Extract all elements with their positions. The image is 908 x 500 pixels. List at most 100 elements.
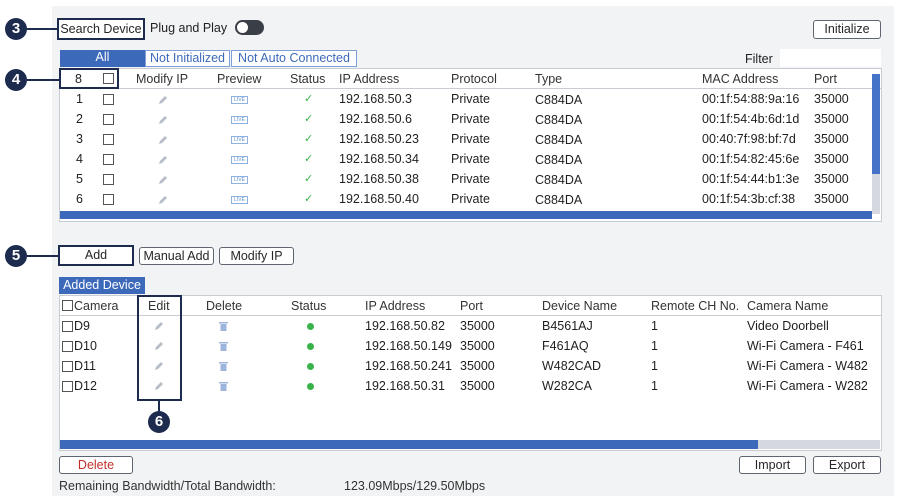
row-ip: 192.168.50.149 [365, 339, 452, 353]
live-preview-icon[interactable]: LIVE [231, 156, 248, 164]
device-count: 8 [75, 72, 82, 86]
row-port: 35000 [814, 152, 849, 166]
status-online-dot [307, 323, 314, 330]
status-online-dot [307, 363, 314, 370]
row-number: 6 [76, 192, 83, 206]
plug-and-play-toggle[interactable] [235, 20, 264, 35]
select-all-added-checkbox[interactable] [62, 300, 73, 311]
row-camera-name: Video Doorbell [747, 319, 829, 333]
trash-icon[interactable] [219, 381, 228, 391]
callout-3-line [27, 28, 58, 30]
row-checkbox[interactable] [62, 381, 73, 392]
search-table-hscrollbar[interactable] [60, 211, 872, 219]
trash-icon[interactable] [219, 341, 228, 351]
callout-6: 6 [148, 411, 170, 433]
pencil-icon[interactable] [157, 114, 169, 126]
header-mac-address: MAC Address [702, 72, 779, 86]
hscroll-thumb[interactable] [60, 440, 758, 449]
row-checkbox[interactable] [103, 114, 114, 125]
live-preview-icon[interactable]: LIVE [231, 136, 248, 144]
row-checkbox[interactable] [62, 361, 73, 372]
live-preview-icon[interactable]: LIVE [231, 96, 248, 104]
row-port: 35000 [460, 359, 495, 373]
row-checkbox[interactable] [62, 341, 73, 352]
live-preview-icon[interactable]: LIVE [231, 116, 248, 124]
row-number: 1 [76, 92, 83, 106]
vscroll-thumb[interactable] [872, 74, 880, 174]
row-mac: 00:1f:54:82:45:6e [702, 152, 800, 166]
export-button[interactable]: Export [813, 456, 881, 474]
pencil-icon[interactable] [157, 134, 169, 146]
row-ip: 192.168.50.40 [339, 192, 419, 206]
trash-icon[interactable] [219, 361, 228, 371]
row-ip: 192.168.50.38 [339, 172, 419, 186]
added-table-hscrollbar[interactable] [60, 440, 880, 449]
row-port: 35000 [814, 192, 849, 206]
row-checkbox[interactable] [103, 134, 114, 145]
modify-ip-button[interactable]: Modify IP [219, 247, 294, 265]
row-port: 35000 [814, 172, 849, 186]
live-preview-icon[interactable]: LIVE [231, 176, 248, 184]
pencil-icon[interactable] [157, 154, 169, 166]
row-port: 35000 [814, 112, 849, 126]
row-number: 3 [76, 132, 83, 146]
row-device-name: F461AQ [542, 339, 589, 353]
pencil-icon[interactable] [157, 194, 169, 206]
pencil-icon[interactable] [157, 94, 169, 106]
select-all-checkbox[interactable] [103, 73, 114, 84]
search-device-button[interactable]: Search Device [57, 18, 145, 40]
live-preview-icon[interactable]: LIVE [231, 196, 248, 204]
row-number: 4 [76, 152, 83, 166]
row-mac: 00:1f:54:44:b1:3e [702, 172, 800, 186]
pencil-icon[interactable] [153, 380, 165, 392]
row-remote-ch: 1 [651, 319, 658, 333]
row-port: 35000 [814, 132, 849, 146]
row-ip: 192.168.50.82 [365, 319, 445, 333]
row-checkbox[interactable] [62, 321, 73, 332]
callout-4: 4 [5, 69, 27, 91]
header-preview: Preview [217, 72, 262, 86]
row-protocol: Private [451, 92, 490, 106]
header-ip-address: IP Address [365, 299, 426, 313]
check-icon: ✓ [304, 153, 314, 165]
search-table-vscrollbar[interactable] [872, 74, 880, 214]
pencil-icon[interactable] [157, 174, 169, 186]
pencil-icon[interactable] [153, 320, 165, 332]
row-protocol: Private [451, 152, 490, 166]
row-number: 2 [76, 112, 83, 126]
row-camera: D12 [74, 379, 97, 393]
bandwidth-label: Remaining Bandwidth/Total Bandwidth: [59, 479, 276, 493]
add-button[interactable]: Add [58, 245, 134, 266]
import-button[interactable]: Import [739, 456, 806, 474]
hscroll-thumb[interactable] [60, 211, 872, 219]
pencil-icon[interactable] [153, 340, 165, 352]
row-type: C884DA [535, 153, 583, 167]
callout-5: 5 [5, 245, 27, 267]
header-delete: Delete [206, 299, 243, 313]
row-type: C884DA [535, 113, 583, 127]
row-checkbox[interactable] [103, 154, 114, 165]
row-protocol: Private [451, 132, 490, 146]
row-checkbox[interactable] [103, 194, 114, 205]
initialize-button[interactable]: Initialize [813, 20, 881, 39]
pencil-icon[interactable] [153, 360, 165, 372]
filter-input[interactable] [780, 49, 881, 67]
header-camera: Camera [74, 299, 119, 313]
row-type: C884DA [535, 133, 583, 147]
tab-not-auto-connected[interactable]: Not Auto Connected [231, 50, 357, 67]
row-ip: 192.168.50.6 [339, 112, 412, 126]
trash-icon[interactable] [219, 321, 228, 331]
delete-button[interactable]: Delete [59, 456, 133, 474]
callout-5-line [27, 255, 59, 257]
tab-all[interactable]: All [60, 50, 145, 67]
header-port: Port [814, 72, 837, 86]
row-type: C884DA [535, 93, 583, 107]
row-checkbox[interactable] [103, 94, 114, 105]
tab-not-initialized[interactable]: Not Initialized [145, 50, 230, 67]
row-protocol: Private [451, 172, 490, 186]
status-online-dot [307, 383, 314, 390]
manual-add-button[interactable]: Manual Add [139, 247, 214, 265]
row-camera: D9 [74, 319, 90, 333]
row-checkbox[interactable] [103, 174, 114, 185]
header-status: Status [291, 299, 327, 313]
